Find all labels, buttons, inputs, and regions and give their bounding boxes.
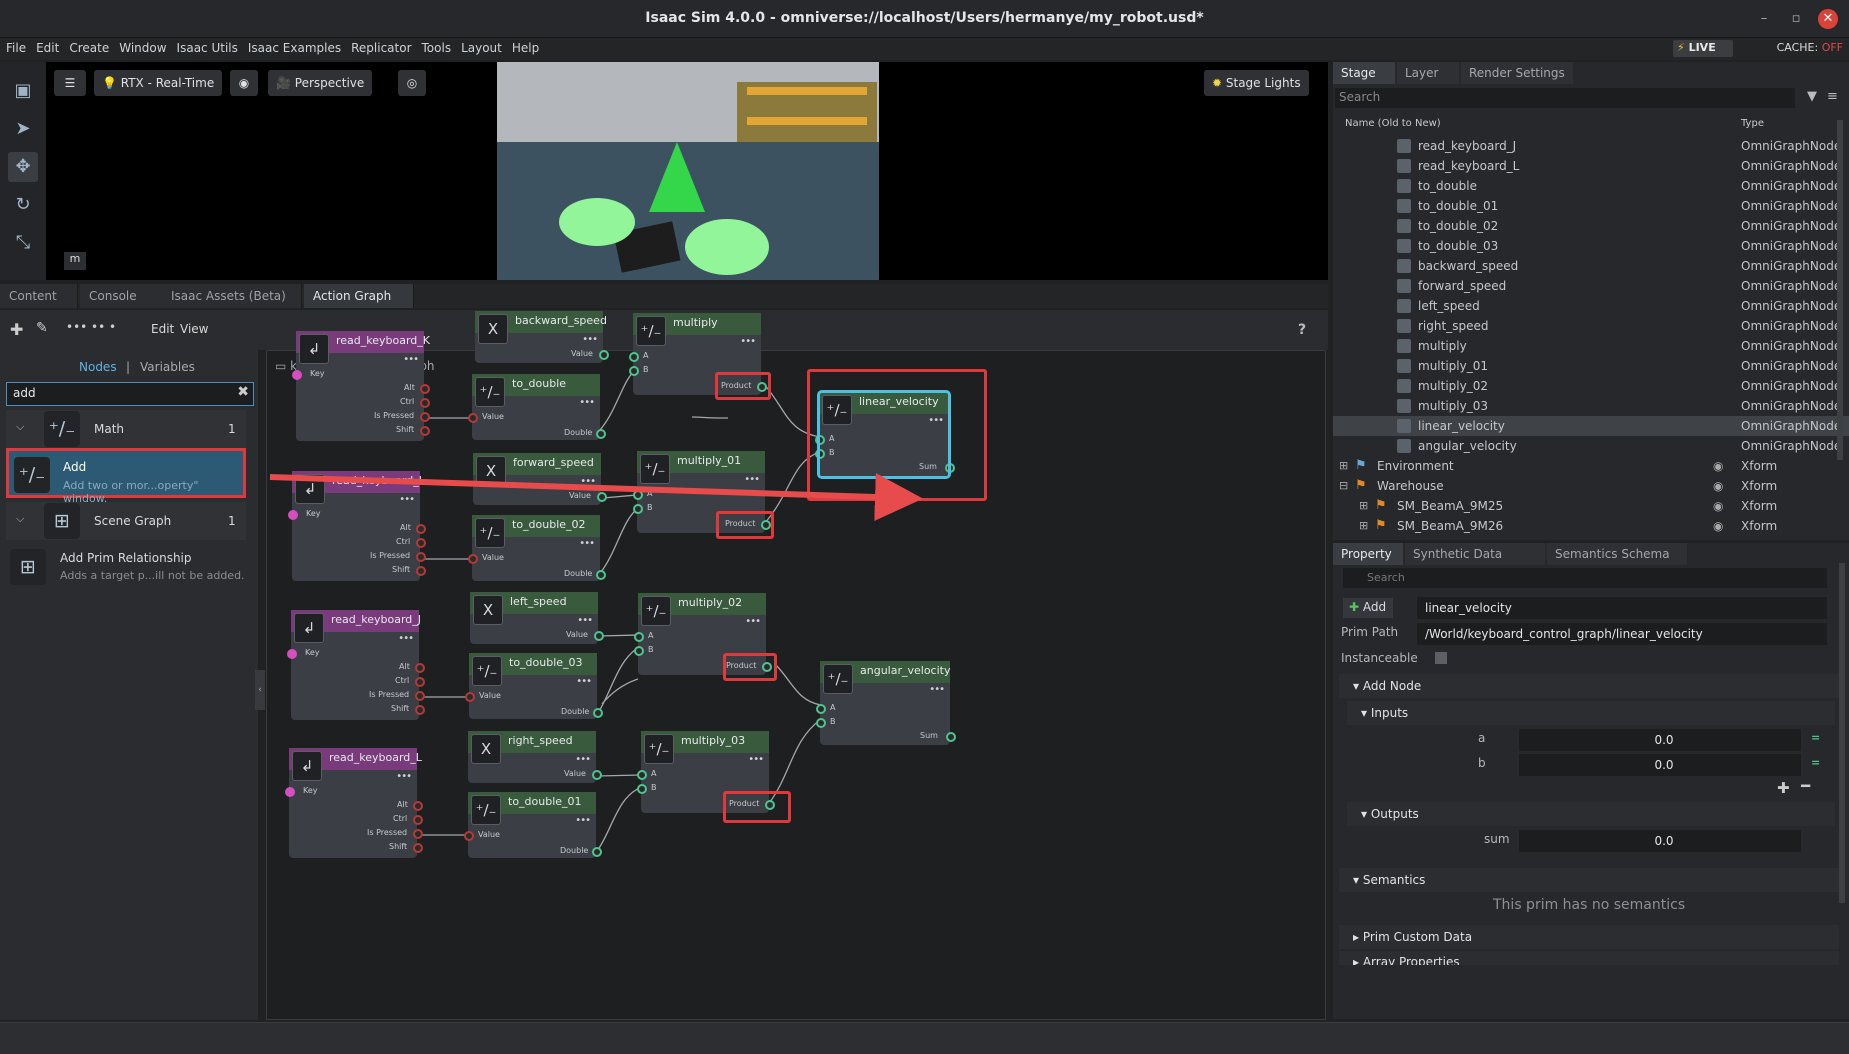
annotation-arrow xyxy=(269,473,923,521)
